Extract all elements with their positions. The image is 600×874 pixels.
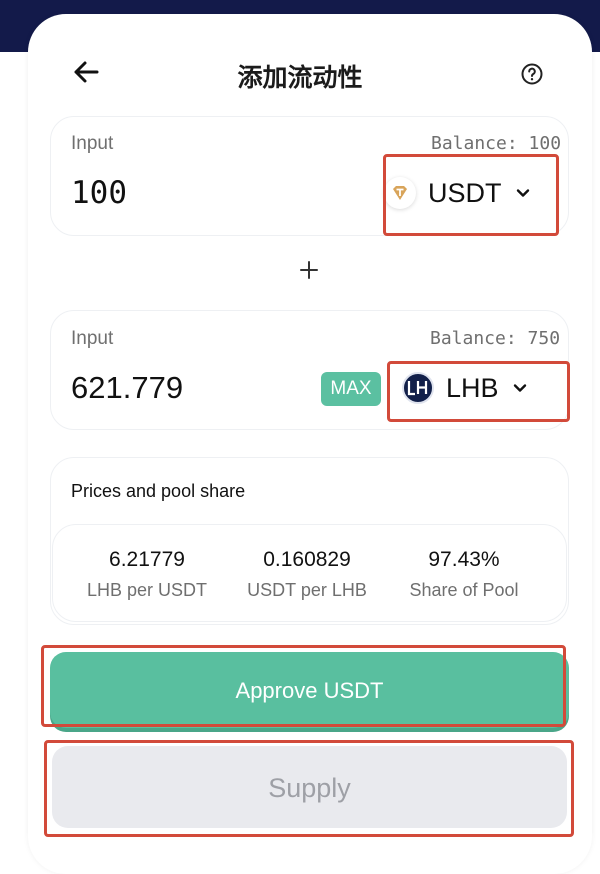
help-button[interactable] [520,62,544,86]
highlight-usdt-selector [383,154,559,236]
question-circle-icon [521,63,543,85]
pool-stats-box [52,524,567,622]
balance-text: Balance: 100 [431,133,562,154]
input-label: Input [71,328,114,349]
input-label: Input [71,133,114,154]
amount-input-usdt[interactable]: 100 [71,175,127,211]
max-button[interactable]: MAX [321,372,381,406]
stat-value: 6.21779 [109,548,185,571]
stat-label: USDT per LHB [247,580,367,600]
pool-share-title: Prices and pool share [71,481,246,501]
amount-input-lhb[interactable]: 621.779 [71,370,183,406]
highlight-lhb-selector [387,361,570,422]
stat-value: 97.43% [428,548,500,571]
stat-label: Share of Pool [409,580,519,600]
plus-icon [300,261,318,279]
balance-text: Balance: 750 [430,328,561,349]
highlight-approve-button [41,645,566,727]
page-title: 添加流动性 [237,64,363,92]
highlight-supply-button [44,740,574,837]
stat-label: LHB per USDT [86,580,208,600]
stat-value: 0.160829 [263,548,351,571]
